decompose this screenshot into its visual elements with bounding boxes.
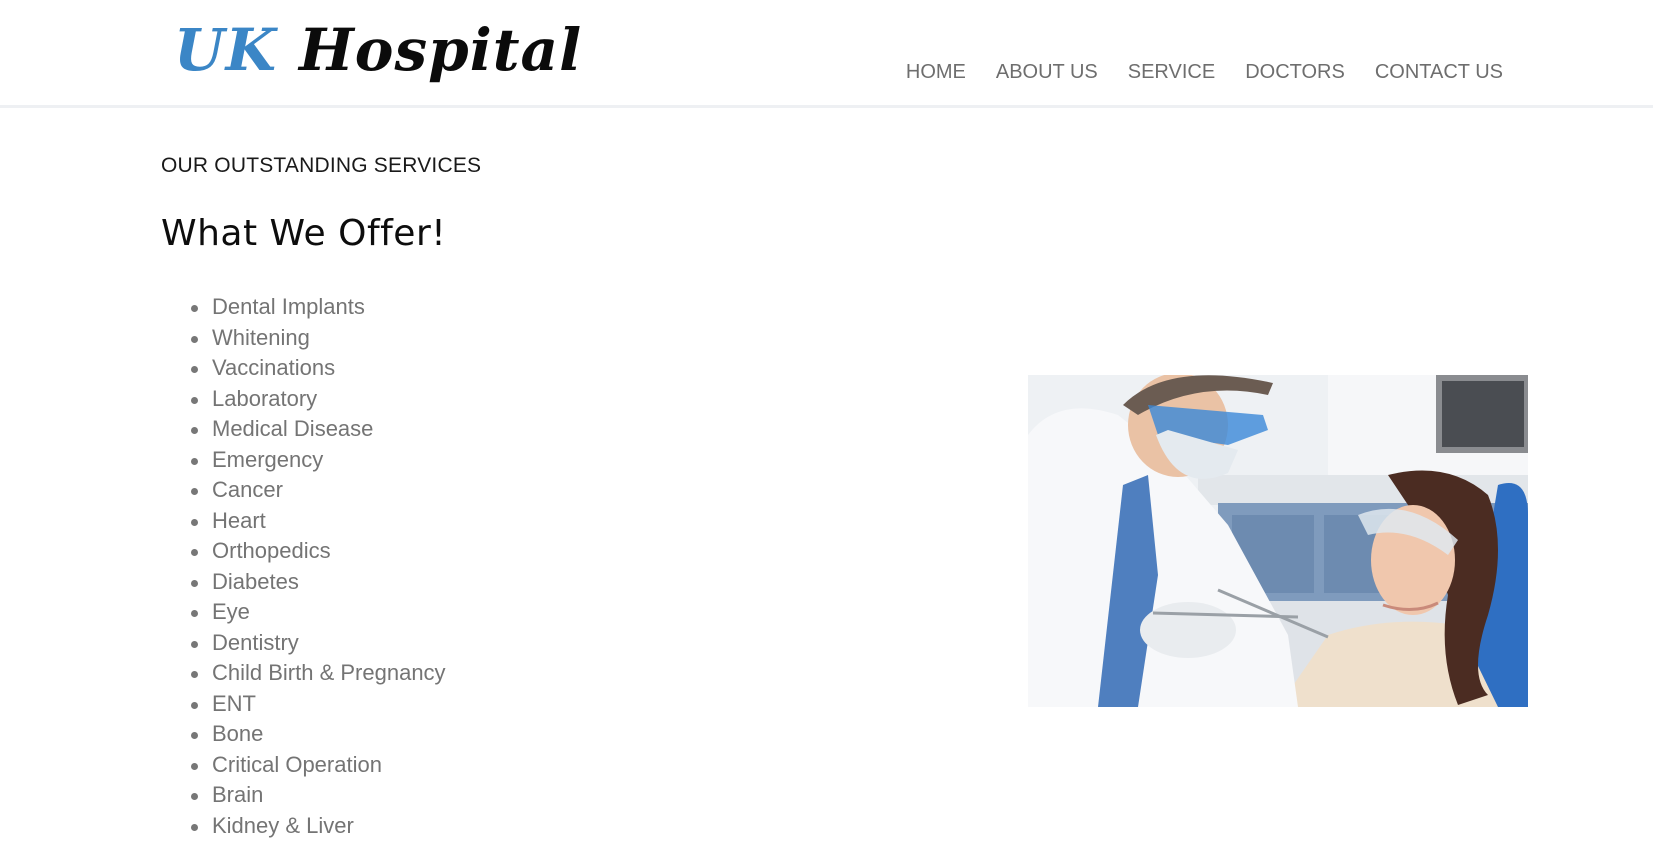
section-title: What We Offer! [161,213,447,254]
service-label: Critical Operation [212,751,382,777]
bullet-icon [191,366,198,373]
bullet-icon [191,762,198,770]
service-label: Orthopedics [212,538,331,563]
service-label: Vaccinations [212,355,336,380]
bullet-icon [191,732,198,739]
service-label: Dentistry [212,629,299,655]
section-eyebrow: OUR OUTSTANDING SERVICES [161,154,482,177]
service-item: Orthopedics [188,536,446,567]
bullet-icon [191,549,198,556]
bullet-icon [191,579,198,587]
bullet-icon [191,457,198,465]
service-item: Diabetes [188,567,446,598]
service-label: Heart [212,507,266,533]
bullet-icon [191,610,198,617]
service-item: Kidney & Liver [188,811,446,842]
service-item: ENT [188,689,446,720]
bullet-icon [191,793,198,800]
bullet-icon [191,701,198,709]
service-label: Bone [212,721,264,746]
service-item: Eye [188,597,446,628]
service-item: Laboratory [188,384,446,415]
service-label: Emergency [212,446,324,472]
service-label: Child Birth & Pregnancy [212,660,446,685]
nav-home[interactable]: HOME [906,59,966,85]
nav-service[interactable]: SERVICE [1128,59,1215,85]
site-logo[interactable]: UK Hospital [174,14,582,86]
service-label: Dental Implants [212,294,365,319]
bullet-icon [191,488,198,495]
service-item: Child Birth & Pregnancy [188,658,446,689]
nav-contact-us[interactable]: CONTACT US [1375,59,1503,85]
bullet-icon [191,823,198,831]
logo-uk-text: UK [174,16,277,84]
service-item: Cancer [188,475,446,506]
service-item: Critical Operation [188,750,446,781]
service-item: Whitening [188,323,446,354]
nav-doctors[interactable]: DOCTORS [1245,59,1345,85]
dentist-photo [1028,375,1528,707]
bullet-icon [191,396,198,404]
service-label: Whitening [212,324,310,350]
service-item: Vaccinations [188,353,446,384]
nav-about-us[interactable]: ABOUT US [996,59,1098,85]
service-label: ENT [212,690,256,716]
service-item: Dentistry [188,628,446,659]
service-item: Emergency [188,445,446,476]
main-nav: HOME ABOUT US SERVICE DOCTORS CONTACT US [876,59,1503,85]
service-label: Eye [212,599,250,624]
service-item: Medical Disease [188,414,446,445]
bullet-icon [191,671,198,678]
bullet-icon [191,335,198,343]
service-item: Bone [188,719,446,750]
service-label: Cancer [212,477,283,502]
bullet-icon [191,518,198,526]
bullet-icon [191,427,198,434]
service-label: Kidney & Liver [212,812,354,838]
service-label: Medical Disease [212,416,374,441]
logo-hospital-text: Hospital [299,16,583,84]
service-item: Dental Implants [188,292,446,323]
services-list: Dental Implants Whitening Vaccinations L… [188,292,446,841]
service-label: Brain [212,782,264,807]
service-item: Brain [188,780,446,811]
service-label: Diabetes [212,568,299,594]
bullet-icon [191,305,198,312]
service-label: Laboratory [212,385,318,411]
site-header: UK Hospital HOME ABOUT US SERVICE DOCTOR… [0,0,1653,108]
bullet-icon [191,640,198,648]
service-item: Heart [188,506,446,537]
dentist-illustration [1028,375,1528,707]
